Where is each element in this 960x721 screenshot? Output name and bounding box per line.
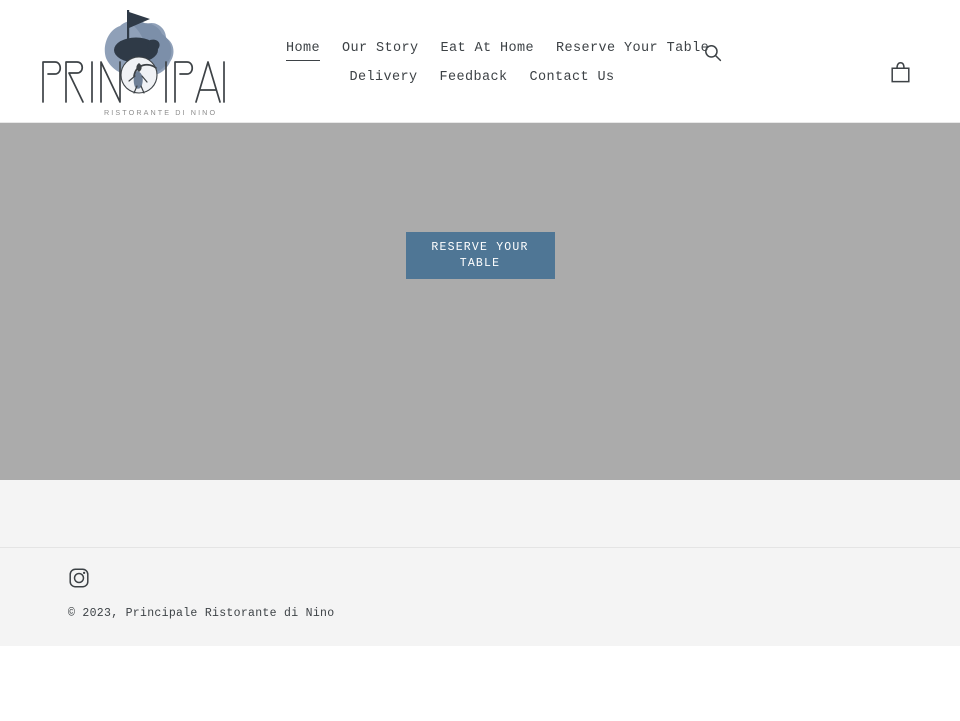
nav-item-our-story[interactable]: Our Story — [342, 39, 419, 59]
site-header: RISTORANTE DI NINO PRINCIPALE Home Our S… — [0, 0, 960, 123]
copyright-text: © 2023, Principale Ristorante di Nino — [68, 607, 335, 620]
promo-band — [0, 480, 960, 547]
instagram-link[interactable] — [68, 567, 90, 589]
nav-item-delivery[interactable]: Delivery — [349, 68, 417, 88]
nav-row-secondary: Delivery Feedback Contact Us — [286, 68, 678, 88]
search-icon — [705, 45, 722, 62]
nav-row-primary: Home Our Story Eat At Home Reserve Your … — [286, 39, 709, 61]
nav-item-feedback[interactable]: Feedback — [439, 68, 507, 88]
cart-button[interactable] — [886, 58, 914, 86]
site-footer: © 2023, Principale Ristorante di Nino — [0, 548, 960, 646]
main-navigation: Home Our Story Eat At Home Reserve Your … — [286, 39, 709, 88]
mountain-flag-logo-icon: RISTORANTE DI NINO PRINCIPALE — [42, 10, 225, 117]
nav-item-contact-us[interactable]: Contact Us — [530, 68, 615, 88]
shopping-bag-icon — [890, 61, 910, 82]
brand-logo-link[interactable]: RISTORANTE DI NINO PRINCIPALE — [38, 6, 234, 118]
reserve-your-table-cta[interactable]: RESERVE YOUR TABLE — [405, 232, 555, 279]
instagram-icon — [69, 568, 89, 588]
nav-item-home[interactable]: Home — [286, 39, 321, 61]
page-background-remainder — [0, 646, 960, 721]
list-item — [68, 567, 90, 589]
brand-wordmark: PRINCIPALE — [43, 55, 44, 56]
brand-tagline: RISTORANTE DI NINO — [104, 108, 217, 117]
nav-item-reserve-your-table[interactable]: Reserve Your Table — [556, 39, 709, 59]
hero-banner: RESERVE YOUR TABLE — [0, 123, 960, 480]
social-links-list — [68, 567, 960, 589]
nav-item-eat-at-home[interactable]: Eat At Home — [441, 39, 535, 59]
search-button[interactable] — [700, 40, 726, 66]
